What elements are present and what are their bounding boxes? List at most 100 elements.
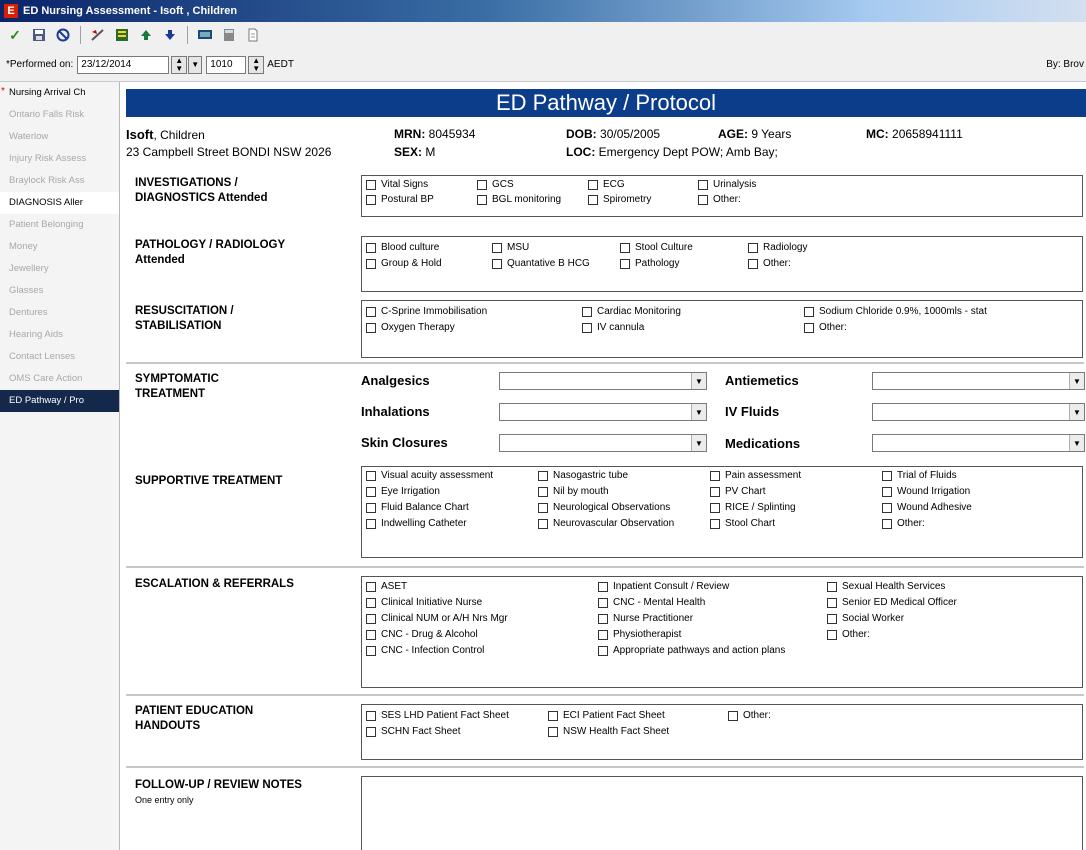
checkbox-neurological-obs[interactable]: Neurological Observations	[538, 502, 670, 513]
checkbox-label: Other:	[743, 710, 771, 721]
checkbox-stool-chart[interactable]: Stool Chart	[710, 518, 775, 529]
checkbox-nasogastric-tube[interactable]: Nasogastric tube	[538, 470, 628, 481]
nav-item-hearing-aids[interactable]: Hearing Aids	[0, 324, 119, 346]
nav-item-waterlow[interactable]: Waterlow	[0, 126, 119, 148]
skin-closures-dropdown[interactable]: ▼	[499, 434, 707, 452]
iv-fluids-dropdown[interactable]: ▼	[872, 403, 1085, 421]
analgesics-dropdown[interactable]: ▼	[499, 372, 707, 390]
checkbox-cnc-drug-alcohol[interactable]: CNC - Drug & Alcohol	[366, 629, 478, 640]
nav-item-injury-risk[interactable]: Injury Risk Assess	[0, 148, 119, 170]
checkbox-schn-fact-sheet[interactable]: SCHN Fact Sheet	[366, 726, 460, 737]
checkbox-clinical-initiative-nurse[interactable]: Clinical Initiative Nurse	[366, 597, 482, 608]
checkbox-nil-by-mouth[interactable]: Nil by mouth	[538, 486, 609, 497]
save-icon[interactable]	[28, 24, 50, 46]
up-arrow-icon[interactable]	[135, 24, 157, 46]
checkbox-senior-ed-medical-officer[interactable]: Senior ED Medical Officer	[827, 597, 957, 608]
checkbox-oxygen-therapy[interactable]: Oxygen Therapy	[366, 322, 455, 333]
nav-item-dentures[interactable]: Dentures	[0, 302, 119, 324]
checkbox-aset[interactable]: ASET	[366, 581, 407, 592]
checkbox-rice-splinting[interactable]: RICE / Splinting	[710, 502, 796, 513]
followup-notes-textarea[interactable]	[361, 776, 1083, 850]
checkbox-appropriate-pathways[interactable]: Appropriate pathways and action plans	[598, 645, 785, 656]
checkbox-radiology[interactable]: Radiology	[748, 242, 807, 253]
checkbox-sexual-health[interactable]: Sexual Health Services	[827, 581, 945, 592]
checkbox-pain-assessment[interactable]: Pain assessment	[710, 470, 801, 481]
checkbox-ecg[interactable]: ECG	[588, 179, 625, 190]
form-icon[interactable]	[111, 24, 133, 46]
checkbox-gcs[interactable]: GCS	[477, 179, 514, 190]
analgesics-label: Analgesics	[361, 373, 430, 388]
edit-icon[interactable]	[87, 24, 109, 46]
nav-item-oms-care-actions[interactable]: OMS Care Action	[0, 368, 119, 390]
performed-time-field[interactable]: 1010	[206, 55, 247, 74]
checkbox-sodium-chloride[interactable]: Sodium Chloride 0.9%, 1000mls - stat	[804, 306, 987, 317]
calculator-icon[interactable]	[218, 24, 240, 46]
checkbox-label: CNC - Infection Control	[381, 645, 485, 656]
performed-date-field[interactable]: 23/12/2014	[77, 55, 170, 74]
antiemetics-dropdown[interactable]: ▼	[872, 372, 1085, 390]
checkbox-social-worker[interactable]: Social Worker	[827, 613, 904, 624]
checkbox-spirometry[interactable]: Spirometry	[588, 194, 651, 205]
checkbox-supportive-other[interactable]: Other:	[882, 518, 925, 529]
checkbox-escalation-other[interactable]: Other:	[827, 629, 870, 640]
checkbox-eye-irrigation[interactable]: Eye Irrigation	[366, 486, 440, 497]
checkbox-cardiac-monitoring[interactable]: Cardiac Monitoring	[582, 306, 681, 317]
checkbox-wound-irrigation[interactable]: Wound Irrigation	[882, 486, 970, 497]
checkbox-indwelling-catheter[interactable]: Indwelling Catheter	[366, 518, 467, 529]
checkbox-fluid-balance-chart[interactable]: Fluid Balance Chart	[366, 502, 469, 513]
time-spinner[interactable]: ▲ ▼	[248, 55, 265, 74]
inhalations-dropdown[interactable]: ▼	[499, 403, 707, 421]
checkbox-vital-signs[interactable]: Vital Signs	[366, 179, 428, 190]
nav-item-ed-pathway[interactable]: ED Pathway / Pro	[0, 390, 119, 412]
checkbox-neurovascular-obs[interactable]: Neurovascular Observation	[538, 518, 674, 529]
checkbox-stool-culture[interactable]: Stool Culture	[620, 242, 693, 253]
nav-item-jewellery[interactable]: Jewellery	[0, 258, 119, 280]
checkbox-iv-cannula[interactable]: IV cannula	[582, 322, 644, 333]
checkbox-cnc-mental-health[interactable]: CNC - Mental Health	[598, 597, 705, 608]
checkbox-resuscitation-other[interactable]: Other:	[804, 322, 847, 333]
sex-value: M	[425, 145, 436, 159]
checkbox-wound-adhesive[interactable]: Wound Adhesive	[882, 502, 972, 513]
medications-dropdown[interactable]: ▼	[872, 434, 1085, 452]
checkbox-label: Neurovascular Observation	[553, 518, 675, 529]
checkbox-group-hold[interactable]: Group & Hold	[366, 258, 442, 269]
checkbox-urinalysis[interactable]: Urinalysis	[698, 179, 756, 190]
checkbox-postural-bp[interactable]: Postural BP	[366, 194, 434, 205]
checkbox-msu[interactable]: MSU	[492, 242, 529, 253]
checkbox-pv-chart[interactable]: PV Chart	[710, 486, 766, 497]
checkbox-bgl-monitoring[interactable]: BGL monitoring	[477, 194, 561, 205]
checkbox-physiotherapist[interactable]: Physiotherapist	[598, 629, 681, 640]
nav-item-nursing-arrival[interactable]: * Nursing Arrival Ch	[0, 82, 119, 104]
monitor-icon[interactable]	[194, 24, 216, 46]
checkbox-visual-acuity[interactable]: Visual acuity assessment	[366, 470, 493, 481]
nav-item-braylock-risk[interactable]: Braylock Risk Ass	[0, 170, 119, 192]
check-icon[interactable]: ✓	[4, 24, 26, 46]
checkbox-label: Urinalysis	[713, 179, 757, 190]
checkbox-investigations-other[interactable]: Other:	[698, 194, 741, 205]
document-icon[interactable]	[242, 24, 264, 46]
cancel-icon[interactable]	[52, 24, 74, 46]
nav-item-glasses[interactable]: Glasses	[0, 280, 119, 302]
nav-item-ontario-falls-risk[interactable]: Ontario Falls Risk	[0, 104, 119, 126]
checkbox-pathology-other[interactable]: Other:	[748, 258, 791, 269]
checkbox-nsw-health-fact-sheet[interactable]: NSW Health Fact Sheet	[548, 726, 669, 737]
down-arrow-icon[interactable]	[159, 24, 181, 46]
checkbox-blood-culture[interactable]: Blood culture	[366, 242, 439, 253]
checkbox-trial-of-fluids[interactable]: Trial of Fluids	[882, 470, 957, 481]
checkbox-quantative-bhcg[interactable]: Quantative B HCG	[492, 258, 590, 269]
nav-item-diagnosis-allergy[interactable]: DIAGNOSIS Aller	[0, 192, 119, 214]
checkbox-education-other[interactable]: Other:	[728, 710, 771, 721]
nav-item-contact-lenses[interactable]: Contact Lenses	[0, 346, 119, 368]
date-dropdown-button[interactable]: ▼	[188, 55, 203, 74]
date-spinner[interactable]: ▲ ▼	[171, 55, 188, 74]
checkbox-nurse-practitioner[interactable]: Nurse Practitioner	[598, 613, 693, 624]
checkbox-clinical-num[interactable]: Clinical NUM or A/H Nrs Mgr	[366, 613, 508, 624]
checkbox-inpatient-consult[interactable]: Inpatient Consult / Review	[598, 581, 729, 592]
nav-item-patient-belongings[interactable]: Patient Belonging	[0, 214, 119, 236]
nav-item-money[interactable]: Money	[0, 236, 119, 258]
checkbox-ses-lhd-fact-sheet[interactable]: SES LHD Patient Fact Sheet	[366, 710, 509, 721]
checkbox-c-spine[interactable]: C-Sprine Immobilisation	[366, 306, 487, 317]
checkbox-cnc-infection-control[interactable]: CNC - Infection Control	[366, 645, 484, 656]
checkbox-pathology[interactable]: Pathology	[620, 258, 679, 269]
checkbox-eci-fact-sheet[interactable]: ECI Patient Fact Sheet	[548, 710, 665, 721]
